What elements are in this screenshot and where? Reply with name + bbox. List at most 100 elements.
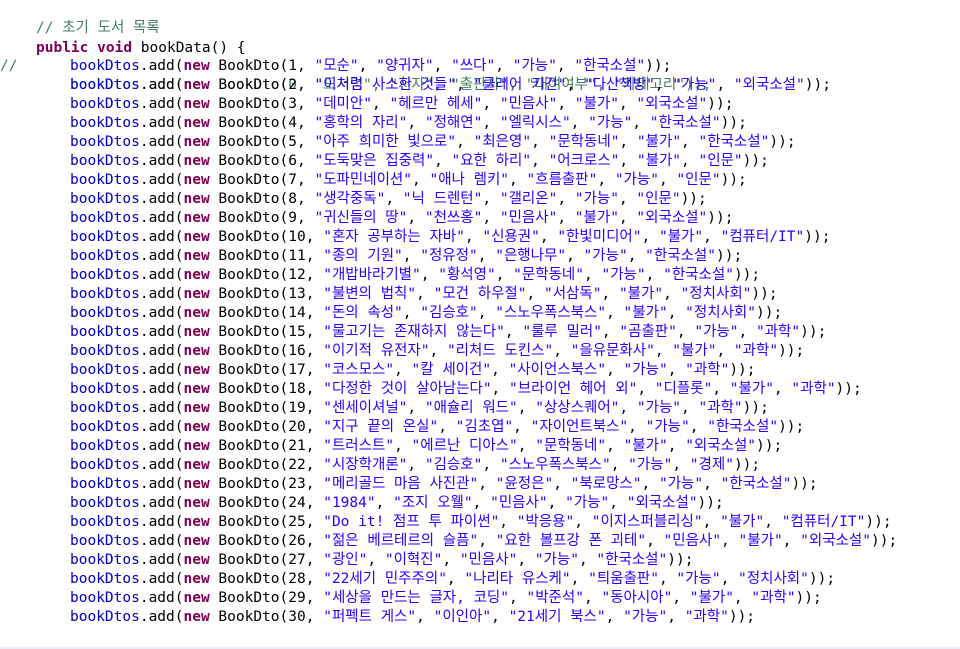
quote-mark: "	[323, 362, 332, 378]
code-editor[interactable]: // 초기 도서 목록 public void bookData() { // …	[0, 0, 960, 649]
book-title: 모순	[323, 58, 350, 74]
quote-mark: "	[636, 400, 646, 416]
book-publisher: 은행나무	[503, 248, 558, 264]
separator: ,	[619, 400, 637, 416]
quote-mark: "	[694, 324, 704, 340]
separator: ,	[553, 343, 571, 359]
book-add-statement: bookDtos.add(new BookDto(10, "혼자 공부하는 자바…	[70, 228, 830, 247]
book-title: 물고기는 존재하지 않는다	[331, 324, 497, 340]
separator: ,	[297, 172, 315, 188]
quote-mark: "	[672, 77, 682, 93]
book-title: 도파민네이션	[323, 172, 404, 188]
book-add-statement: bookDtos.add(new BookDto(13, "불변의 법칙", "…	[70, 285, 778, 304]
quote-mark: "	[636, 96, 646, 112]
quote-mark: "	[314, 191, 324, 207]
book-add-statement: bookDtos.add(new BookDto(4, "홍학의 자리", "정…	[70, 114, 747, 133]
separator: ,	[645, 267, 664, 283]
quote-mark: "	[447, 77, 457, 93]
quote-mark: "	[575, 267, 585, 283]
constructor-call: BookDto(	[209, 571, 289, 587]
quote-mark: "	[600, 495, 610, 511]
closing-parens: ));	[733, 267, 761, 283]
book-status: 가능	[654, 419, 682, 435]
quote-mark: "	[698, 210, 708, 226]
closing-parens: ));	[742, 153, 769, 169]
separator: ,	[610, 457, 629, 473]
quote-mark: "	[654, 286, 664, 302]
list-variable: bookDtos	[70, 533, 140, 549]
quote-mark: "	[314, 58, 324, 74]
quote-mark: "	[786, 590, 796, 606]
keyword-new: new	[183, 267, 210, 283]
quote-mark: "	[323, 286, 332, 302]
quote-mark: "	[618, 248, 628, 264]
book-add-statement: bookDtos.add(new BookDto(5, "아주 희미한 빛으로"…	[70, 133, 796, 152]
book-status: 가능	[632, 362, 659, 378]
separator: ,	[385, 191, 403, 207]
separator: ,	[477, 248, 496, 264]
quote-mark: "	[499, 210, 509, 226]
separator: ,	[305, 495, 324, 511]
separator: ,	[641, 229, 659, 245]
code-line-book-18: bookDtos.add(new BookDto(18, "다정한 것이 살아남…	[0, 380, 960, 399]
separator: ,	[367, 552, 385, 568]
quote-mark: "	[711, 571, 721, 587]
separator: ,	[570, 115, 589, 131]
book-publisher: 을유문화사	[579, 343, 647, 359]
quote-mark: "	[738, 533, 748, 549]
closing-parens: ));	[680, 191, 707, 207]
constructor-call: BookDto(	[209, 533, 289, 549]
keyword-new: new	[183, 571, 210, 587]
quote-mark: "	[636, 267, 646, 283]
book-status: 가능	[583, 191, 611, 207]
book-author: 천쓰홍	[433, 210, 474, 226]
separator: ,	[627, 248, 646, 264]
book-title: 이기적 유전자	[331, 343, 421, 359]
keyword-new: new	[183, 172, 210, 188]
book-category: 과학	[742, 343, 770, 359]
list-variable: bookDtos	[70, 191, 140, 207]
book-id: 21	[288, 438, 306, 454]
separator: ,	[482, 191, 500, 207]
quote-mark: "	[663, 267, 672, 283]
quote-mark: "	[618, 286, 628, 302]
separator: ,	[371, 96, 390, 112]
quote-mark: "	[862, 533, 871, 549]
separator: ,	[482, 115, 500, 131]
separator: ,	[499, 514, 517, 530]
quote-mark: "	[800, 533, 809, 549]
separator: ,	[412, 172, 430, 188]
quote-mark: "	[769, 343, 779, 359]
book-category: 한국소설	[658, 115, 712, 131]
closing-parens: ));	[778, 343, 805, 359]
quote-mark: "	[672, 343, 682, 359]
quote-mark: "	[565, 495, 574, 511]
code-line-book-19: bookDtos.add(new BookDto(19, "센세이셔널", "애…	[0, 399, 960, 418]
separator: ,	[472, 495, 491, 511]
book-id: 11	[288, 248, 306, 264]
list-variable: bookDtos	[70, 362, 140, 378]
quote-mark: "	[649, 115, 659, 131]
book-add-statement: bookDtos.add(new BookDto(29, "세상을 만드는 글자…	[70, 589, 822, 608]
closing-parens: ));	[733, 457, 761, 473]
constructor-call: BookDto(	[209, 362, 289, 378]
add-call: .add(	[139, 495, 184, 511]
quote-mark: "	[561, 115, 571, 131]
keyword-new: new	[183, 533, 210, 549]
constructor-call: BookDto(	[209, 210, 289, 226]
quote-mark: "	[495, 248, 504, 264]
list-variable: bookDtos	[70, 419, 140, 435]
separator: ,	[557, 210, 575, 226]
list-variable: bookDtos	[70, 400, 140, 416]
quote-mark: "	[654, 381, 664, 397]
separator: ,	[305, 286, 324, 302]
book-author: 황석영	[446, 267, 487, 283]
quote-mark: "	[469, 305, 478, 321]
code-line-book-20: bookDtos.add(new BookDto(20, "지구 끝의 온실",…	[0, 418, 960, 437]
book-author: 김승호	[428, 305, 470, 321]
separator: ,	[539, 229, 558, 245]
separator: ,	[509, 590, 527, 606]
book-id: 29	[288, 590, 306, 606]
quote-mark: "	[712, 533, 722, 549]
closing-parens: ));	[804, 229, 831, 245]
